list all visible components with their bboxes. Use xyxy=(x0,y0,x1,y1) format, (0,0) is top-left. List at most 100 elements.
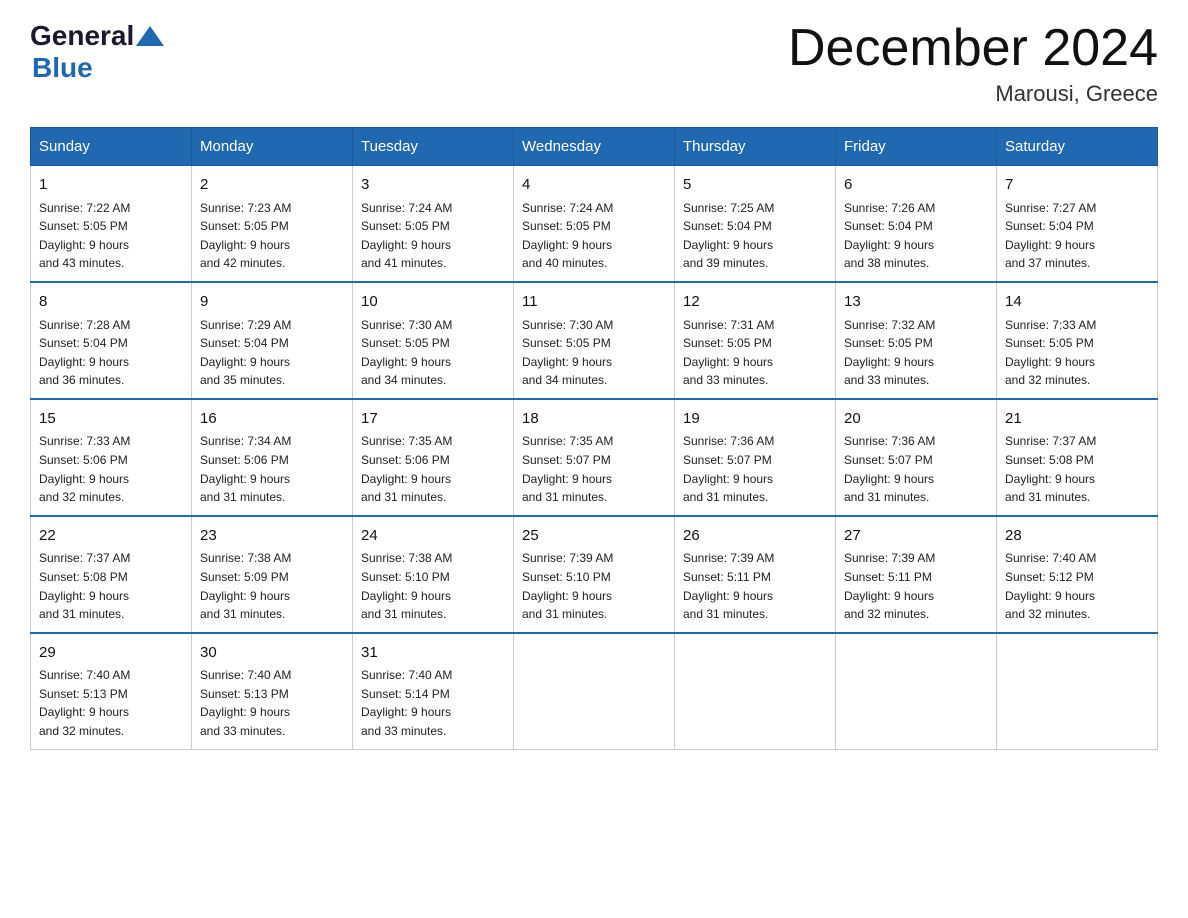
calendar-cell: 17 Sunrise: 7:35 AM Sunset: 5:06 PM Dayl… xyxy=(353,399,514,516)
calendar-cell: 31 Sunrise: 7:40 AM Sunset: 5:14 PM Dayl… xyxy=(353,633,514,749)
calendar-cell: 29 Sunrise: 7:40 AM Sunset: 5:13 PM Dayl… xyxy=(31,633,192,749)
sunrise-label: Sunrise: 7:35 AM xyxy=(522,434,613,448)
daylight-label: Daylight: 9 hoursand 34 minutes. xyxy=(361,355,451,388)
sunrise-label: Sunrise: 7:40 AM xyxy=(1005,551,1096,565)
daylight-label: Daylight: 9 hoursand 31 minutes. xyxy=(200,589,290,622)
day-info: Sunrise: 7:22 AM Sunset: 5:05 PM Dayligh… xyxy=(39,199,183,273)
day-number: 6 xyxy=(844,174,988,197)
calendar-cell: 14 Sunrise: 7:33 AM Sunset: 5:05 PM Dayl… xyxy=(997,282,1158,399)
day-number: 10 xyxy=(361,291,505,314)
sunset-label: Sunset: 5:05 PM xyxy=(361,219,450,233)
daylight-label: Daylight: 9 hoursand 32 minutes. xyxy=(1005,589,1095,622)
day-number: 18 xyxy=(522,408,666,431)
daylight-label: Daylight: 9 hoursand 34 minutes. xyxy=(522,355,612,388)
col-sunday: Sunday xyxy=(31,128,192,166)
sunrise-label: Sunrise: 7:39 AM xyxy=(522,551,613,565)
day-info: Sunrise: 7:32 AM Sunset: 5:05 PM Dayligh… xyxy=(844,316,988,390)
calendar-week-row: 29 Sunrise: 7:40 AM Sunset: 5:13 PM Dayl… xyxy=(31,633,1158,749)
daylight-label: Daylight: 9 hoursand 31 minutes. xyxy=(200,472,290,505)
day-info: Sunrise: 7:39 AM Sunset: 5:11 PM Dayligh… xyxy=(683,549,827,623)
day-info: Sunrise: 7:38 AM Sunset: 5:10 PM Dayligh… xyxy=(361,549,505,623)
day-number: 31 xyxy=(361,642,505,665)
day-info: Sunrise: 7:38 AM Sunset: 5:09 PM Dayligh… xyxy=(200,549,344,623)
day-info: Sunrise: 7:36 AM Sunset: 5:07 PM Dayligh… xyxy=(683,432,827,506)
sunrise-label: Sunrise: 7:25 AM xyxy=(683,201,774,215)
day-number: 20 xyxy=(844,408,988,431)
sunrise-label: Sunrise: 7:24 AM xyxy=(522,201,613,215)
calendar-cell: 18 Sunrise: 7:35 AM Sunset: 5:07 PM Dayl… xyxy=(514,399,675,516)
page-header: General Blue December 2024 Marousi, Gree… xyxy=(30,20,1158,107)
day-info: Sunrise: 7:31 AM Sunset: 5:05 PM Dayligh… xyxy=(683,316,827,390)
sunrise-label: Sunrise: 7:32 AM xyxy=(844,318,935,332)
day-number: 17 xyxy=(361,408,505,431)
day-info: Sunrise: 7:24 AM Sunset: 5:05 PM Dayligh… xyxy=(361,199,505,273)
day-number: 24 xyxy=(361,525,505,548)
day-info: Sunrise: 7:30 AM Sunset: 5:05 PM Dayligh… xyxy=(361,316,505,390)
sunset-label: Sunset: 5:05 PM xyxy=(361,336,450,350)
calendar-week-row: 1 Sunrise: 7:22 AM Sunset: 5:05 PM Dayli… xyxy=(31,166,1158,282)
col-saturday: Saturday xyxy=(997,128,1158,166)
calendar-cell: 4 Sunrise: 7:24 AM Sunset: 5:05 PM Dayli… xyxy=(514,166,675,282)
calendar-cell: 1 Sunrise: 7:22 AM Sunset: 5:05 PM Dayli… xyxy=(31,166,192,282)
sunset-label: Sunset: 5:11 PM xyxy=(683,570,771,584)
day-number: 28 xyxy=(1005,525,1149,548)
day-number: 3 xyxy=(361,174,505,197)
day-number: 11 xyxy=(522,291,666,314)
daylight-label: Daylight: 9 hoursand 33 minutes. xyxy=(361,705,451,738)
sunrise-label: Sunrise: 7:26 AM xyxy=(844,201,935,215)
daylight-label: Daylight: 9 hoursand 41 minutes. xyxy=(361,238,451,271)
day-number: 23 xyxy=(200,525,344,548)
calendar-cell: 13 Sunrise: 7:32 AM Sunset: 5:05 PM Dayl… xyxy=(836,282,997,399)
calendar-cell: 28 Sunrise: 7:40 AM Sunset: 5:12 PM Dayl… xyxy=(997,516,1158,633)
calendar-cell: 24 Sunrise: 7:38 AM Sunset: 5:10 PM Dayl… xyxy=(353,516,514,633)
sunrise-label: Sunrise: 7:36 AM xyxy=(683,434,774,448)
sunrise-label: Sunrise: 7:27 AM xyxy=(1005,201,1096,215)
sunset-label: Sunset: 5:13 PM xyxy=(200,687,289,701)
sunset-label: Sunset: 5:06 PM xyxy=(361,453,450,467)
day-info: Sunrise: 7:29 AM Sunset: 5:04 PM Dayligh… xyxy=(200,316,344,390)
sunset-label: Sunset: 5:05 PM xyxy=(39,219,128,233)
day-info: Sunrise: 7:34 AM Sunset: 5:06 PM Dayligh… xyxy=(200,432,344,506)
daylight-label: Daylight: 9 hoursand 31 minutes. xyxy=(683,589,773,622)
day-number: 7 xyxy=(1005,174,1149,197)
sunset-label: Sunset: 5:04 PM xyxy=(39,336,128,350)
day-info: Sunrise: 7:36 AM Sunset: 5:07 PM Dayligh… xyxy=(844,432,988,506)
sunset-label: Sunset: 5:04 PM xyxy=(200,336,289,350)
day-info: Sunrise: 7:33 AM Sunset: 5:05 PM Dayligh… xyxy=(1005,316,1149,390)
daylight-label: Daylight: 9 hoursand 31 minutes. xyxy=(39,589,129,622)
sunset-label: Sunset: 5:04 PM xyxy=(1005,219,1094,233)
calendar-cell: 19 Sunrise: 7:36 AM Sunset: 5:07 PM Dayl… xyxy=(675,399,836,516)
logo-general-text: General xyxy=(30,20,134,52)
daylight-label: Daylight: 9 hoursand 31 minutes. xyxy=(361,472,451,505)
day-number: 9 xyxy=(200,291,344,314)
sunrise-label: Sunrise: 7:35 AM xyxy=(361,434,452,448)
col-thursday: Thursday xyxy=(675,128,836,166)
daylight-label: Daylight: 9 hoursand 31 minutes. xyxy=(522,472,612,505)
calendar-cell: 27 Sunrise: 7:39 AM Sunset: 5:11 PM Dayl… xyxy=(836,516,997,633)
sunset-label: Sunset: 5:07 PM xyxy=(683,453,772,467)
day-number: 19 xyxy=(683,408,827,431)
sunset-label: Sunset: 5:06 PM xyxy=(39,453,128,467)
daylight-label: Daylight: 9 hoursand 40 minutes. xyxy=(522,238,612,271)
daylight-label: Daylight: 9 hoursand 31 minutes. xyxy=(683,472,773,505)
daylight-label: Daylight: 9 hoursand 31 minutes. xyxy=(522,589,612,622)
sunset-label: Sunset: 5:14 PM xyxy=(361,687,450,701)
sunrise-label: Sunrise: 7:37 AM xyxy=(1005,434,1096,448)
col-wednesday: Wednesday xyxy=(514,128,675,166)
daylight-label: Daylight: 9 hoursand 32 minutes. xyxy=(1005,355,1095,388)
calendar-cell: 22 Sunrise: 7:37 AM Sunset: 5:08 PM Dayl… xyxy=(31,516,192,633)
sunset-label: Sunset: 5:09 PM xyxy=(200,570,289,584)
day-info: Sunrise: 7:39 AM Sunset: 5:10 PM Dayligh… xyxy=(522,549,666,623)
sunrise-label: Sunrise: 7:33 AM xyxy=(1005,318,1096,332)
day-number: 16 xyxy=(200,408,344,431)
calendar-cell: 2 Sunrise: 7:23 AM Sunset: 5:05 PM Dayli… xyxy=(192,166,353,282)
daylight-label: Daylight: 9 hoursand 32 minutes. xyxy=(39,705,129,738)
calendar-cell: 11 Sunrise: 7:30 AM Sunset: 5:05 PM Dayl… xyxy=(514,282,675,399)
sunset-label: Sunset: 5:06 PM xyxy=(200,453,289,467)
calendar-cell: 25 Sunrise: 7:39 AM Sunset: 5:10 PM Dayl… xyxy=(514,516,675,633)
day-number: 25 xyxy=(522,525,666,548)
sunrise-label: Sunrise: 7:39 AM xyxy=(844,551,935,565)
sunrise-label: Sunrise: 7:38 AM xyxy=(200,551,291,565)
day-info: Sunrise: 7:40 AM Sunset: 5:13 PM Dayligh… xyxy=(200,666,344,740)
day-info: Sunrise: 7:35 AM Sunset: 5:07 PM Dayligh… xyxy=(522,432,666,506)
